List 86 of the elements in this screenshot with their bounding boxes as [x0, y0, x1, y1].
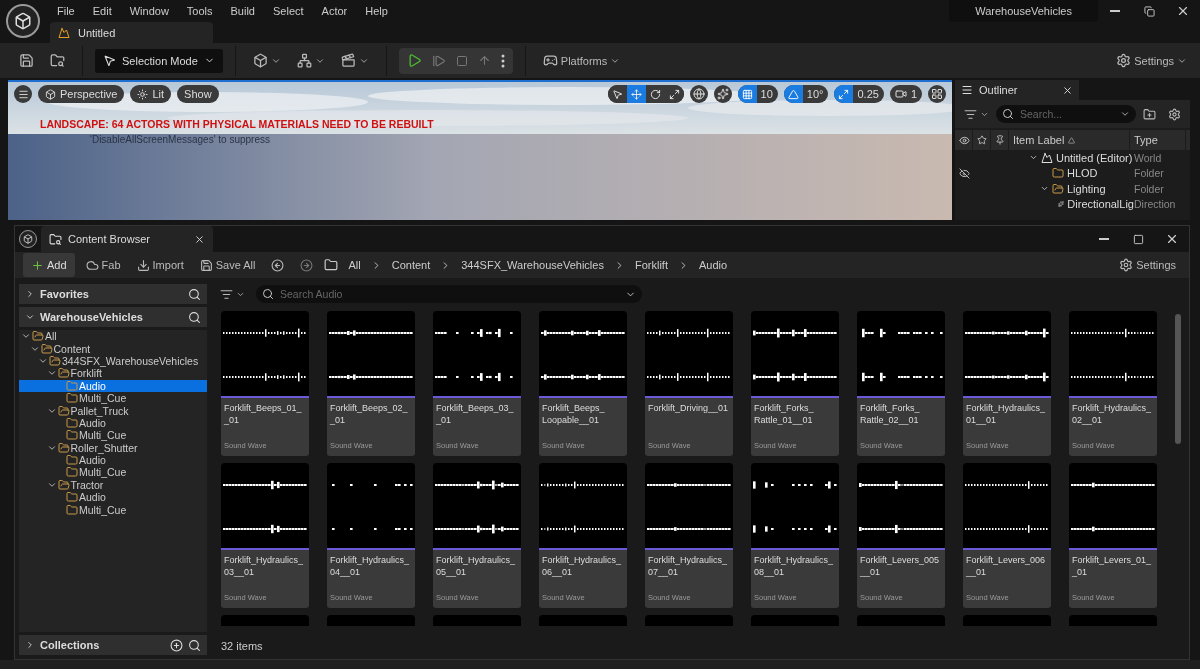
settings-button[interactable]: Settings: [1114, 253, 1181, 277]
folder-item[interactable]: Multi_Cue: [19, 466, 207, 479]
content-browser-tab[interactable]: Content Browser: [41, 226, 213, 252]
settings-button[interactable]: Settings: [1111, 48, 1192, 73]
asset-name: Forklift_Beeps_03__01: [435, 402, 515, 427]
asset-name: Forklift_Driving__01: [647, 402, 730, 415]
folder-item[interactable]: 344SFX_WarehouseVehicles: [19, 354, 207, 368]
outliner-tab[interactable]: Outliner: [955, 80, 1079, 100]
asset-name: Forklift_Forks_ Rattle_01__01: [753, 402, 815, 427]
source-header[interactable]: WarehouseVehicles: [19, 307, 207, 327]
add-button[interactable]: Add: [23, 253, 75, 277]
asset-name: Forklift_Levers_01_ _01: [1071, 554, 1153, 579]
item-count: 32 items: [220, 639, 264, 654]
viewport-option-button[interactable]: Lit: [130, 85, 172, 103]
path-crumb[interactable]: Audio: [694, 259, 732, 271]
folder-item[interactable]: Forklift: [19, 367, 207, 380]
import-button[interactable]: Import: [131, 253, 189, 277]
menu-item[interactable]: Window: [122, 5, 180, 17]
folder-item[interactable]: Audio: [19, 379, 207, 392]
menu-item[interactable]: File: [50, 5, 86, 17]
item-type: Folder: [1134, 182, 1165, 195]
path-crumb[interactable]: All: [344, 259, 365, 271]
folder-item[interactable]: Roller_Shutter: [19, 441, 207, 454]
folder-item[interactable]: Multi_Cue: [19, 429, 207, 442]
project-name: WarehouseVehicles: [949, 0, 1098, 22]
folder-item[interactable]: Tractor: [19, 478, 207, 492]
folder-item[interactable]: Audio: [19, 416, 207, 430]
section-title: Favorites: [40, 288, 89, 300]
menu-item[interactable]: Actor: [314, 5, 359, 17]
asset-name: Forklift_Hydraulics_ 08__01: [753, 554, 835, 579]
favorites-header[interactable]: Favorites: [19, 284, 207, 304]
outliner-item[interactable]: Lighting: [1009, 182, 1134, 195]
path-crumb[interactable]: Forklift: [630, 259, 672, 271]
search-field[interactable]: Search...: [996, 105, 1136, 123]
level-tab[interactable]: Untitled: [50, 22, 213, 43]
folder-item[interactable]: Multi_Cue: [19, 503, 207, 516]
item-type: Direction: [1134, 198, 1177, 211]
asset-name: Forklift_Hydraulics_ 06__01: [541, 554, 623, 579]
asset-name: Forklift_Beeps_02__01: [329, 402, 409, 427]
asset-name: Forklift_Hydraulics_ 04__01: [329, 554, 411, 579]
fab-button[interactable]: Fab: [80, 253, 126, 277]
section-title: Collections: [40, 639, 100, 651]
angle-snap-button[interactable]: 10°: [783, 85, 829, 103]
folder-item[interactable]: Audio: [19, 453, 207, 467]
asset-name: Forklift_Hydraulics_ 07__01: [647, 554, 729, 579]
path-crumb[interactable]: 344SFX_WarehouseVehicles: [457, 259, 608, 271]
asset-name: Forklift_Hydraulics_ 01__01: [965, 402, 1047, 427]
scale-snap-button[interactable]: 0.25: [834, 85, 884, 103]
folder-item[interactable]: All: [19, 330, 207, 343]
search-input[interactable]: Search Audio: [278, 287, 621, 301]
asset-name: Forklift_Beeps_01__01: [223, 402, 303, 427]
folder-item[interactable]: Pallet_Truck: [19, 404, 207, 417]
warning-message: LANDSCAPE: 64 ACTORS WITH PHYSICAL MATERIALS NEED TO BE REBUILT: [40, 118, 434, 130]
menu-item[interactable]: Select: [266, 5, 315, 17]
menu-item[interactable]: Tools: [179, 5, 224, 17]
folder-item[interactable]: Audio: [19, 491, 207, 504]
mode-dropdown[interactable]: Selection Mode: [95, 48, 223, 73]
menu-item[interactable]: Edit: [85, 5, 123, 17]
viewport-option-button[interactable]: Perspective: [38, 85, 125, 103]
hint-message: 'DisableAllScreenMessages' to suppress: [90, 134, 270, 145]
folder-item[interactable]: Multi_Cue: [19, 391, 207, 405]
folder-item[interactable]: Content: [19, 342, 207, 355]
asset-name: Forklift_Forks_ Rattle_02__01: [859, 402, 921, 427]
asset-name: Forklift_Hydraulics_ 03__01: [223, 554, 305, 579]
outliner-item[interactable]: HLOD: [1009, 167, 1134, 180]
collections-header[interactable]: Collections: [19, 635, 207, 655]
menu-item[interactable]: Help: [358, 5, 399, 17]
asset-name: Forklift_Levers_006 __01: [965, 554, 1047, 579]
item-type: World: [1134, 151, 1163, 164]
section-title: WarehouseVehicles: [40, 311, 143, 323]
save-button[interactable]: Save All: [194, 253, 261, 277]
viewport-option-button[interactable]: Show: [177, 85, 219, 103]
asset-name: Forklift_Levers_005 __01: [859, 554, 941, 579]
platforms-button[interactable]: Platforms: [537, 48, 626, 73]
path-crumb[interactable]: Content: [387, 259, 435, 271]
item-type: Folder: [1134, 167, 1165, 180]
search-field[interactable]: Search Audio: [256, 285, 642, 303]
menu-item[interactable]: Build: [223, 5, 266, 17]
asset-name: Forklift_Beeps_ Loopable__01: [541, 402, 606, 427]
grid-snap-button[interactable]: 10: [737, 85, 778, 103]
column-header[interactable]: Item Label: [1009, 130, 1130, 150]
column-header[interactable]: Type: [1130, 130, 1186, 150]
outliner-item[interactable]: Untitled (Editor): [1009, 151, 1134, 164]
asset-name: Forklift_Hydraulics_ 05__01: [435, 554, 517, 579]
outliner-item[interactable]: DirectionalLig: [1009, 198, 1134, 211]
asset-name: Forklift_Hydraulics_ 02__01: [1071, 402, 1153, 427]
